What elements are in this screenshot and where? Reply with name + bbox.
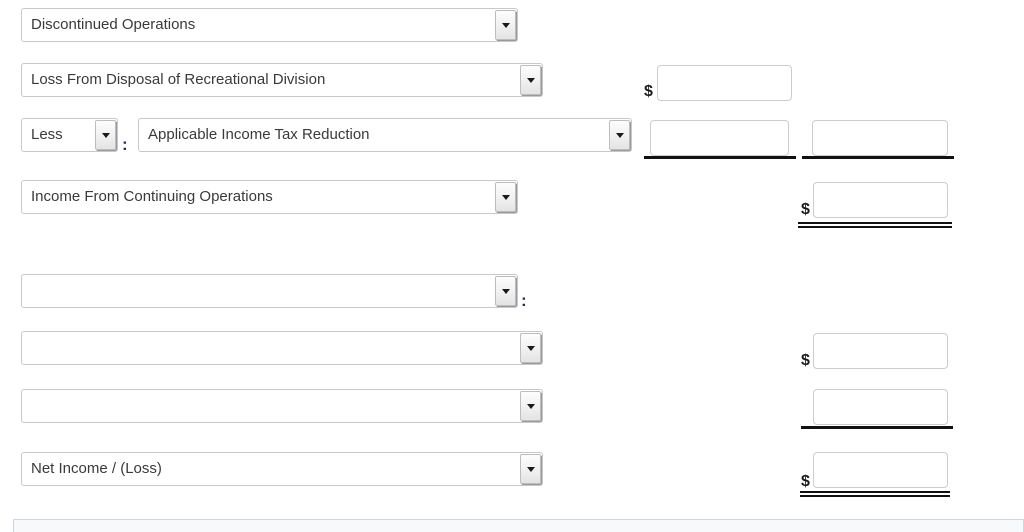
subtotal-rule-col1 [644, 156, 796, 159]
select-discontinued-operations[interactable]: Discontinued Operations [21, 8, 518, 42]
income-statement-form: Discontinued Operations Loss From Dispos… [0, 0, 1024, 510]
select-blank-3[interactable] [21, 389, 543, 423]
form-row-blank-1: : [0, 274, 1024, 314]
dollar-sign: $ [801, 201, 810, 218]
amount-input-loss-from-disposal[interactable] [657, 65, 792, 101]
form-row-applicable-income-tax-reduction: Less : Applicable Income Tax Reduction [0, 118, 1024, 159]
chevron-down-icon[interactable] [609, 120, 630, 150]
chevron-down-icon[interactable] [95, 120, 116, 150]
subtotal-rule-col2 [802, 156, 954, 159]
row-colon: : [122, 135, 128, 154]
select-label: Less [31, 126, 63, 143]
form-row-loss-from-disposal: Loss From Disposal of Recreational Divis… [0, 63, 1024, 103]
select-net-income-loss[interactable]: Net Income / (Loss) [21, 452, 543, 486]
amount-input-income-from-continuing-operations[interactable] [813, 182, 948, 218]
amount-input-blank-2[interactable] [813, 333, 948, 369]
select-label: Loss From Disposal of Recreational Divis… [31, 71, 326, 88]
bottom-panel [13, 519, 1024, 532]
select-label: Discontinued Operations [31, 16, 196, 33]
amount-input-net-income-loss[interactable] [813, 452, 948, 488]
select-label: Applicable Income Tax Reduction [148, 126, 370, 143]
chevron-down-icon[interactable] [520, 333, 541, 363]
select-less-modifier[interactable]: Less [21, 118, 118, 152]
dollar-sign: $ [801, 352, 810, 369]
row-colon: : [521, 291, 527, 310]
select-income-from-continuing-operations[interactable]: Income From Continuing Operations [21, 180, 518, 214]
amount-input-blank-3[interactable] [813, 389, 948, 425]
chevron-down-icon[interactable] [495, 182, 516, 212]
select-label: Net Income / (Loss) [31, 460, 162, 477]
select-blank-2[interactable] [21, 331, 543, 365]
select-loss-from-disposal[interactable]: Loss From Disposal of Recreational Divis… [21, 63, 543, 97]
form-row-net-income-loss: Net Income / (Loss) $ [0, 452, 1024, 497]
chevron-down-icon[interactable] [520, 65, 541, 95]
amount-input-tax-reduction-col2[interactable] [812, 120, 948, 156]
form-row-blank-3 [0, 389, 1024, 429]
chevron-down-icon[interactable] [495, 10, 516, 40]
subtotal-rule [801, 426, 953, 429]
dollar-sign: $ [644, 83, 653, 100]
form-row-blank-2: $ [0, 331, 1024, 371]
chevron-down-icon[interactable] [520, 391, 541, 421]
form-row-income-from-continuing-operations: Income From Continuing Operations $ [0, 180, 1024, 228]
dollar-sign: $ [801, 473, 810, 490]
total-rule-double [800, 491, 950, 497]
chevron-down-icon[interactable] [520, 454, 541, 484]
select-applicable-income-tax-reduction[interactable]: Applicable Income Tax Reduction [138, 118, 632, 152]
amount-input-tax-reduction-col1[interactable] [650, 120, 789, 156]
select-label: Income From Continuing Operations [31, 188, 273, 205]
select-blank-1[interactable] [21, 274, 518, 308]
form-row-discontinued-operations: Discontinued Operations [0, 8, 1024, 48]
total-rule-double [798, 222, 952, 228]
chevron-down-icon[interactable] [495, 276, 516, 306]
